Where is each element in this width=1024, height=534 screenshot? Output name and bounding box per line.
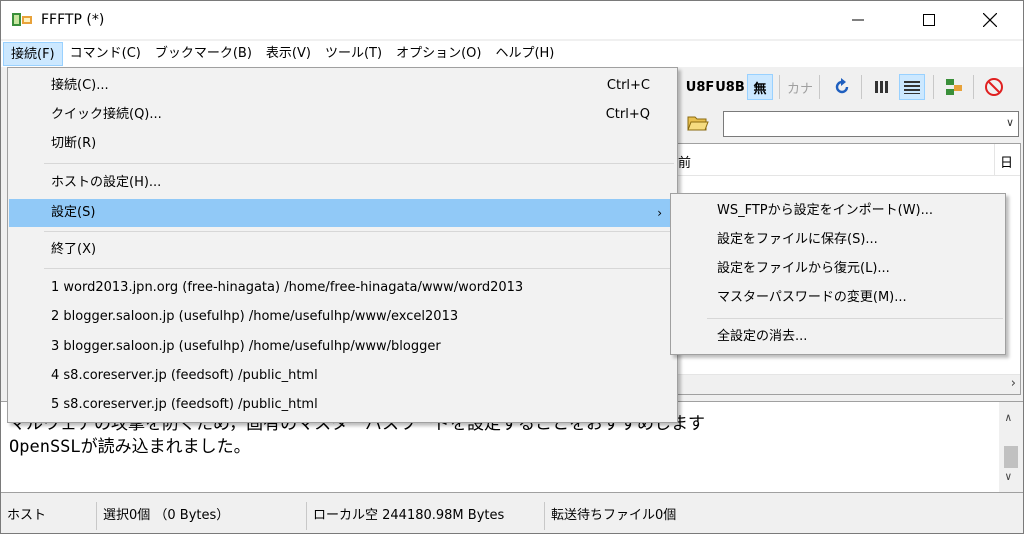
status-queue: 転送待ちファイル0個	[551, 508, 677, 523]
vertical-scrollbar[interactable]: ∧ ∨	[999, 402, 1023, 492]
menu-item-history-4[interactable]: 4 s8.coreserver.jp (feedsoft) /public_ht…	[9, 363, 676, 389]
window-title: FFFTP (*)	[41, 12, 105, 28]
utf8-bom-button[interactable]: U8F	[686, 74, 714, 100]
scroll-up-icon[interactable]: ∧	[1005, 406, 1012, 429]
kana-button[interactable]: カナ	[787, 74, 813, 100]
refresh-button[interactable]	[829, 74, 855, 100]
scroll-down-icon[interactable]: ∨	[1005, 465, 1012, 488]
status-host: ホスト	[1, 502, 97, 530]
menu-item-host-settings[interactable]: ホストの設定(H)...	[9, 170, 676, 196]
no-conversion-button[interactable]: 無	[747, 74, 773, 100]
ffftp-app-icon	[12, 13, 32, 26]
detail-view-button[interactable]	[899, 74, 925, 100]
open-folder-icon[interactable]	[687, 113, 709, 133]
title-bar[interactable]: FFFTP (*)	[1, 1, 1023, 39]
submenu-item-clear-all[interactable]: 全設定の消去...	[672, 324, 1004, 350]
settings-submenu: WS_FTPから設定をインポート(W)... 設定をファイルに保存(S)... …	[670, 193, 1006, 355]
menu-bar: 接続(F) コマンド(C) ブックマーク(B) 表示(V) ツール(T) オプシ…	[1, 41, 1023, 67]
menu-item-disconnect[interactable]: 切断(R)	[9, 131, 676, 157]
menu-item-label: 接続(C)...	[51, 78, 109, 93]
toolbar-separator	[861, 75, 862, 99]
menu-item-history-1[interactable]: 1 word2013.jpn.org (free-hinagata) /home…	[9, 275, 676, 301]
submenu-item-restore-from-file[interactable]: 設定をファイルから復元(L)...	[672, 256, 1004, 282]
menu-item-settings[interactable]: 設定(S) ›	[9, 199, 676, 227]
shortcut-label: Ctrl+C	[606, 78, 650, 93]
list-view-button[interactable]	[869, 74, 895, 100]
column-divider[interactable]	[994, 144, 995, 176]
submenu-arrow-icon: ›	[657, 206, 662, 220]
menu-separator	[44, 163, 674, 164]
column-header-name[interactable]: 前	[678, 152, 691, 171]
submenu-item-save-to-file[interactable]: 設定をファイルに保存(S)...	[672, 227, 1004, 253]
menu-item-history-5[interactable]: 5 s8.coreserver.jp (feedsoft) /public_ht…	[9, 392, 676, 418]
close-button[interactable]	[967, 1, 1013, 39]
menu-item-history-3[interactable]: 3 blogger.saloon.jp (usefulhp) /home/use…	[9, 334, 676, 360]
column-header-date[interactable]: 日	[1000, 152, 1013, 171]
menu-item-label: クイック接続(Q)...	[51, 107, 162, 122]
menu-view[interactable]: 表示(V)	[259, 42, 318, 66]
menu-separator	[44, 231, 674, 232]
status-local-free: ローカル空 244180.98M Bytes	[307, 502, 545, 530]
scroll-right-icon[interactable]: ›	[1011, 376, 1016, 391]
chevron-down-icon[interactable]: ∨	[1006, 116, 1014, 129]
menu-separator	[44, 268, 674, 269]
toolbar-separator	[973, 75, 974, 99]
menu-item-history-2[interactable]: 2 blogger.saloon.jp (usefulhp) /home/use…	[9, 304, 676, 330]
menu-options[interactable]: オプション(O)	[389, 42, 488, 66]
sync-icon	[946, 79, 962, 95]
menu-item-connect[interactable]: 接続(C)... Ctrl+C	[9, 73, 676, 99]
menu-item-label: ホストの設定(H)...	[51, 175, 162, 190]
toolbar-separator	[779, 75, 780, 99]
menu-bookmark[interactable]: ブックマーク(B)	[148, 42, 259, 66]
horizontal-scrollbar[interactable]: ›	[678, 374, 1020, 394]
toolbar-separator	[819, 75, 820, 99]
menu-connect[interactable]: 接続(F)	[3, 42, 63, 66]
submenu-item-import-wsftp[interactable]: WS_FTPから設定をインポート(W)...	[672, 198, 1004, 224]
stop-icon	[985, 78, 1003, 96]
refresh-icon	[835, 78, 849, 94]
detail-view-icon	[904, 81, 920, 94]
log-line: OpenSSLが読み込まれました。	[9, 437, 251, 457]
remote-path-combo[interactable]: ∨	[723, 111, 1019, 137]
sync-button[interactable]	[941, 74, 967, 100]
status-selection: 選択0個 （0 Bytes）	[97, 502, 307, 530]
menu-item-quick-connect[interactable]: クイック接続(Q)... Ctrl+Q	[9, 102, 676, 128]
app-window: FFFTP (*) 接続(F) コマンド(C) ブックマーク(B) 表示(V) …	[0, 0, 1024, 534]
menu-separator	[707, 318, 1003, 319]
menu-command[interactable]: コマンド(C)	[63, 42, 148, 66]
list-view-icon	[875, 81, 888, 93]
menu-item-label: 切断(R)	[51, 136, 97, 151]
list-header: 前 日	[678, 144, 1020, 176]
status-bar: ホスト 選択0個 （0 Bytes） ローカル空 244180.98M Byte…	[1, 499, 1023, 533]
shortcut-label: Ctrl+Q	[605, 107, 650, 122]
maximize-icon	[923, 14, 935, 26]
utf8-button[interactable]: U8B	[715, 74, 745, 100]
submenu-item-change-master-password[interactable]: マスターパスワードの変更(M)...	[672, 285, 1004, 311]
toolbar-separator	[933, 75, 934, 99]
menu-item-label: 終了(X)	[51, 242, 97, 257]
menu-help[interactable]: ヘルプ(H)	[488, 42, 561, 66]
minimize-button[interactable]	[835, 1, 881, 39]
menu-item-exit[interactable]: 終了(X)	[9, 237, 676, 263]
close-icon	[983, 13, 997, 27]
menu-tools[interactable]: ツール(T)	[318, 42, 389, 66]
menu-item-label: 設定(S)	[51, 205, 96, 220]
maximize-button[interactable]	[906, 1, 952, 39]
stop-button[interactable]	[981, 74, 1007, 100]
minimize-icon	[852, 19, 864, 21]
connect-menu-dropdown: 接続(C)... Ctrl+C クイック接続(Q)... Ctrl+Q 切断(R…	[7, 67, 678, 423]
